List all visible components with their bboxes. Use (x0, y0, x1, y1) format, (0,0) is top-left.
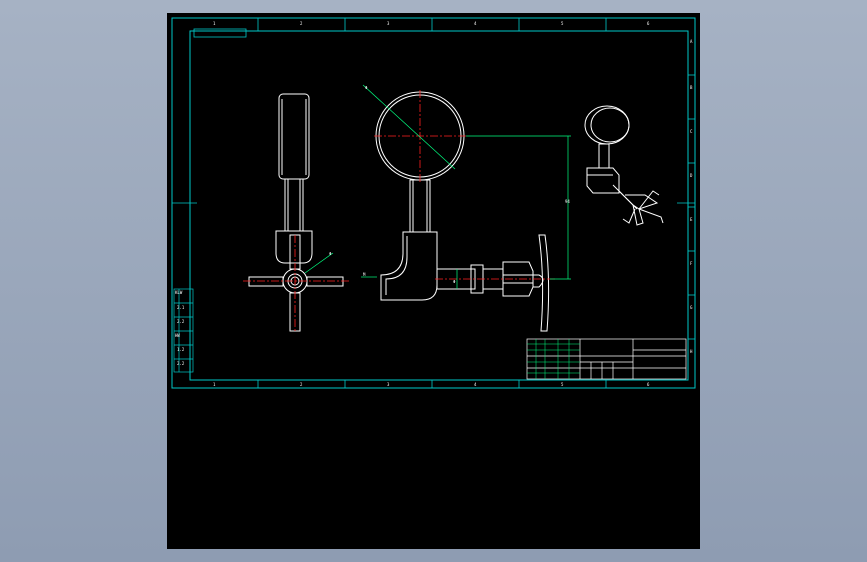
zone-row-c: C (690, 129, 693, 134)
title-block-grid (527, 339, 580, 379)
side-table-cell-1: KLW (175, 290, 183, 295)
front-view-centerlines (374, 90, 557, 280)
side-table-cell-2: 2.1 (177, 305, 185, 310)
zone-col-6: 6 (647, 21, 650, 26)
side-table-cell-6: 2.2 (177, 361, 185, 366)
zone-row-f: F (690, 261, 693, 266)
zone-col-1: 1 (213, 21, 216, 26)
zone-row-g: G (690, 305, 693, 310)
side-table-cell-3: 2.2 (177, 319, 185, 324)
zone-row-labels: A B C D E F G H (690, 39, 693, 354)
drawing-sheet: 1 2 3 4 5 6 1 2 3 4 5 6 A B C D E F G H … (171, 17, 696, 389)
zone-row-e: E (690, 217, 693, 222)
zone-row-b: B (690, 85, 693, 90)
zone-col-labels-top: 1 2 3 4 5 6 (213, 21, 650, 26)
vertical-dimension-label: 94 (565, 199, 570, 204)
inner-frame (189, 30, 689, 381)
top-left-code-box (193, 28, 247, 38)
zone-ticks (172, 18, 695, 388)
side-table-cell-4: HW (175, 333, 180, 338)
zone-row-h: H (690, 349, 693, 354)
side-table-cell-5: 1.2 (177, 347, 185, 352)
zone-col-labels-bottom: 1 2 3 4 5 6 (213, 382, 650, 387)
zone-col-3: 3 (387, 21, 390, 26)
zone-col-1-bottom: 1 (213, 382, 216, 387)
zone-col-5-bottom: 5 (561, 382, 564, 387)
side-table-labels: KLW 2.1 2.2 HW 1.2 2.2 (175, 290, 185, 366)
zone-row-d: D (690, 173, 693, 178)
outer-frame (171, 17, 696, 389)
side-view-dimension: Φ (304, 251, 334, 274)
zone-row-a: A (690, 39, 693, 44)
zone-col-4-bottom: 4 (474, 382, 477, 387)
shaft-dimension-label: Φ (453, 279, 456, 284)
side-view-centerlines (243, 235, 349, 331)
front-view-dimensions (361, 84, 571, 289)
knob-diameter-label: Φ (329, 251, 332, 256)
side-view (248, 93, 344, 332)
zone-col-2: 2 (300, 21, 303, 26)
zone-col-3-bottom: 3 (387, 382, 390, 387)
fitting-dimension-label: M (363, 272, 366, 277)
zone-col-4: 4 (474, 21, 477, 26)
isometric-view (584, 105, 664, 226)
cad-viewport[interactable]: 1 2 3 4 5 6 1 2 3 4 5 6 A B C D E F G H … (167, 13, 700, 549)
zone-col-2-bottom: 2 (300, 382, 303, 387)
front-view (375, 91, 550, 332)
zone-col-5: 5 (561, 21, 564, 26)
zone-col-6-bottom: 6 (647, 382, 650, 387)
